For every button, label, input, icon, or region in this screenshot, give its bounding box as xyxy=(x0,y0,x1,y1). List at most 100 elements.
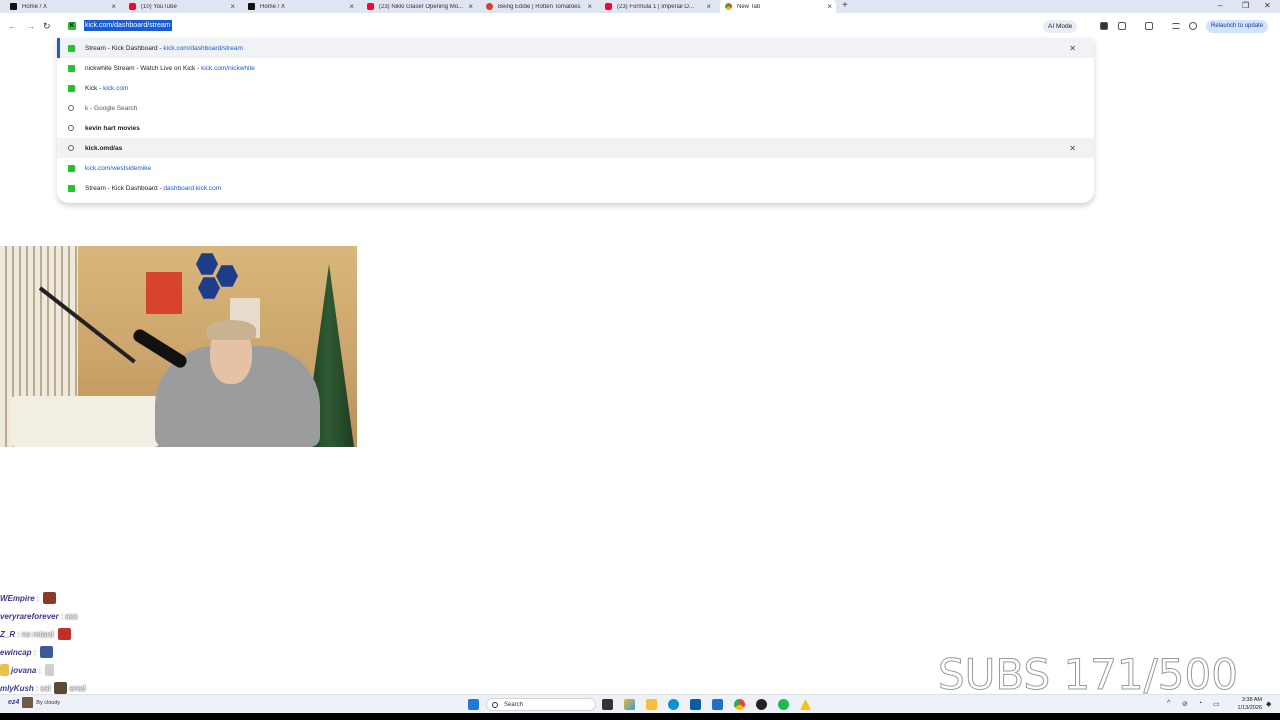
clock-time: 3:38 AM xyxy=(1241,697,1262,703)
avatar xyxy=(22,697,34,708)
file-explorer-icon[interactable] xyxy=(646,699,657,710)
suggestion-url: kick.com/westsidemike xyxy=(85,164,152,172)
warning-icon[interactable] xyxy=(800,699,811,710)
tab-new-tab[interactable]: New Tab × xyxy=(720,0,836,13)
screen-bottom-edge xyxy=(0,713,1280,720)
wifi-icon[interactable]: ◔ xyxy=(1198,700,1202,707)
kick-icon xyxy=(68,44,75,52)
chrome-icon[interactable] xyxy=(734,699,745,710)
close-icon[interactable]: × xyxy=(827,2,832,11)
spotify-icon[interactable] xyxy=(778,699,789,710)
tab-nikki-glaser[interactable]: (23) Nikki Glaser Opening Mo... × xyxy=(367,0,473,13)
store-icon[interactable] xyxy=(690,699,701,710)
chat-username: mlyKush xyxy=(0,683,34,693)
widget-chat[interactable]: ez4 By cloudy xyxy=(8,697,60,708)
ai-mode-button[interactable]: AI Mode xyxy=(1043,20,1078,33)
sidepanel-icon[interactable] xyxy=(1145,22,1153,30)
tab-label: Being Eddie | Rotten Tomatoes xyxy=(498,3,581,10)
back-arrow-icon[interactable]: ← xyxy=(8,21,17,31)
taskbar-search[interactable]: Search xyxy=(486,698,596,711)
restore-icon[interactable]: ❐ xyxy=(1242,1,1249,10)
close-icon[interactable]: × xyxy=(587,2,592,11)
system-clock[interactable]: 3:38 AM 1/13/2026 xyxy=(1226,696,1262,712)
remove-suggestion-icon[interactable]: ✕ xyxy=(1069,144,1076,153)
x-icon xyxy=(10,3,17,10)
reload-icon[interactable]: ↻ xyxy=(43,21,51,32)
tab-formula-1[interactable]: (23) Formula 1 | Imperial O... × xyxy=(605,0,711,13)
close-icon[interactable]: × xyxy=(706,2,711,11)
chat-text: : no retard xyxy=(17,629,54,639)
suggestion-title: nickwhite Stream - Watch Live on Kick - xyxy=(85,64,202,72)
close-icon[interactable]: × xyxy=(111,2,116,11)
ai-mode-label: AI Mode xyxy=(1048,23,1073,30)
tab-home-x-1[interactable]: Home / X × xyxy=(10,0,116,13)
outlook-icon[interactable] xyxy=(712,699,723,710)
kick-icon xyxy=(68,164,75,172)
chat-username: veryrareforever xyxy=(0,611,59,621)
new-tab-plus-icon[interactable]: + xyxy=(842,0,848,11)
obs-icon[interactable] xyxy=(756,699,767,710)
chat-username: ez4 xyxy=(8,699,20,706)
kick-icon xyxy=(68,64,75,72)
puzzle-icon[interactable] xyxy=(1118,22,1126,30)
network-off-icon[interactable]: ⊘ xyxy=(1182,700,1188,708)
widget-label: By cloudy xyxy=(36,699,61,706)
suggestion-item[interactable]: kick.com/westsidemike xyxy=(57,158,1094,178)
edge-icon[interactable] xyxy=(668,699,679,710)
address-bar-input[interactable]: kick.com/dashboard/stream xyxy=(84,20,172,31)
chat-message: WEmpire : xyxy=(0,591,56,605)
extension-icon[interactable] xyxy=(1100,22,1108,30)
close-icon[interactable]: × xyxy=(468,2,473,11)
search-label: Search xyxy=(504,702,524,708)
tab-label: Home / X xyxy=(22,3,48,10)
relaunch-to-update-button[interactable]: Relaunch to update xyxy=(1206,20,1269,33)
emote-icon xyxy=(39,646,53,658)
minimize-icon[interactable]: – xyxy=(1218,1,1222,10)
suggestion-item[interactable]: kick.omd/as ✕ xyxy=(57,138,1094,158)
suggestion-item[interactable]: kevin hart movies xyxy=(57,118,1094,138)
chat-message: veryrareforever : ass xyxy=(0,609,78,623)
chat-message: Z_R : no retard xyxy=(0,627,71,641)
windows-start-icon[interactable] xyxy=(468,699,479,710)
chevron-up-icon[interactable]: ^ xyxy=(1167,700,1170,707)
chrome-icon xyxy=(725,3,732,10)
suggestion-item[interactable]: k - Google Search xyxy=(57,98,1094,118)
emote-icon xyxy=(54,682,68,694)
media-controls-icon[interactable] xyxy=(1172,23,1180,29)
emote-icon xyxy=(44,664,54,676)
forward-arrow-icon[interactable]: → xyxy=(26,21,35,31)
window-close-icon[interactable]: ✕ xyxy=(1264,1,1271,10)
kick-icon: K xyxy=(68,22,76,30)
remove-suggestion-icon[interactable]: ✕ xyxy=(1069,44,1076,53)
tab-strip: Home / X × (10) YouTube × Home / X × (23… xyxy=(0,0,1280,13)
copilot-icon[interactable] xyxy=(624,699,635,710)
streamer xyxy=(150,320,325,447)
suggestion-item[interactable]: Stream - Kick Dashboard - dashboard.kick… xyxy=(57,178,1094,198)
suggestion-url: kick.com xyxy=(103,84,129,92)
subs-counter: SUBS 171/500 xyxy=(938,650,1239,700)
suggestion-item[interactable]: nickwhite Stream - Watch Live on Kick - … xyxy=(57,58,1094,78)
close-icon[interactable]: × xyxy=(349,2,354,11)
chat-text: : xyxy=(33,647,36,657)
badge-icon xyxy=(0,664,9,676)
chat-text: : ass xyxy=(60,611,78,621)
taskbar: ez4 By cloudy Search ^ ⊘ ◔ ▭ 3:38 AM 1/1… xyxy=(0,694,1280,713)
suggestion-item[interactable]: Kick - kick.com xyxy=(57,78,1094,98)
chat-text: : xyxy=(38,665,41,675)
webcam-feed xyxy=(0,246,357,447)
search-icon xyxy=(492,702,498,708)
tab-label: (10) YouTube xyxy=(141,3,177,10)
monitor-icon[interactable]: ▭ xyxy=(1213,700,1220,708)
emote-icon xyxy=(57,628,71,640)
close-icon[interactable]: × xyxy=(230,2,235,11)
tab-rotten-tomatoes[interactable]: Being Eddie | Rotten Tomatoes × xyxy=(486,0,592,13)
suggestion-item[interactable]: Stream - Kick Dashboard - kick.com/dashb… xyxy=(57,38,1094,58)
tab-youtube[interactable]: (10) YouTube × xyxy=(129,0,235,13)
hair xyxy=(206,320,256,340)
notification-bell-icon[interactable]: ◆ xyxy=(1266,700,1271,708)
chat-text: : xyxy=(36,593,39,603)
tab-home-x-2[interactable]: Home / X × xyxy=(248,0,354,13)
youtube-icon xyxy=(605,3,612,10)
task-view-icon[interactable] xyxy=(602,699,613,710)
profile-icon[interactable] xyxy=(1189,22,1197,30)
